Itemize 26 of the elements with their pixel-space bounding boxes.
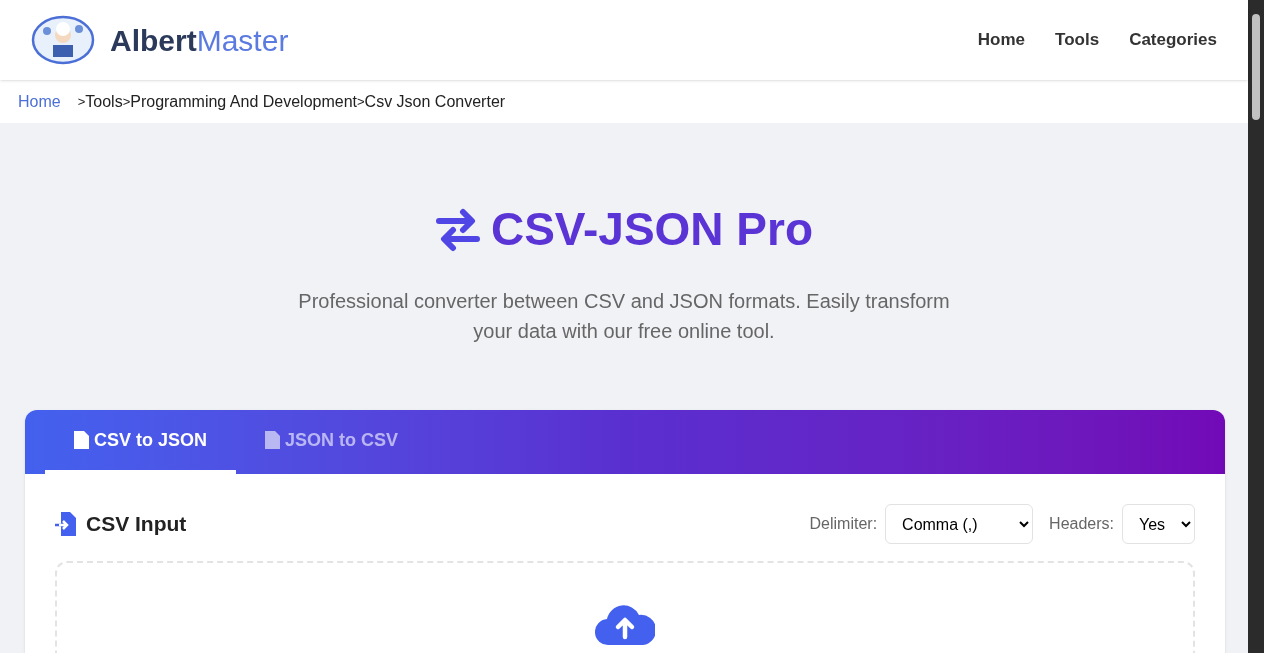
nav-link[interactable]: Categories (1129, 27, 1217, 53)
breadcrumb-separator: > (357, 92, 365, 109)
delimiter-label: Delimiter: (809, 514, 878, 534)
cloud-upload-icon (595, 603, 655, 647)
breadcrumb-item: Tools (85, 91, 123, 112)
breadcrumb-item: Programming And Development (130, 91, 357, 112)
tab[interactable]: CSV to JSON (45, 410, 237, 474)
file-import-icon (55, 512, 77, 536)
breadcrumb-item: Csv Json Converter (364, 91, 506, 112)
page-subtitle: Professional converter between CSV and JSON formats. Easily transform your data with our free online tool. (297, 289, 951, 344)
headers-label: Headers: (1049, 514, 1114, 534)
file-icon (74, 431, 89, 449)
panel-title: CSV Input (86, 511, 187, 538)
breadcrumb-separator: > (122, 92, 131, 109)
brand-name[interactable]: AlbertMaster (110, 17, 289, 63)
breadcrumb-link[interactable]: Home (18, 89, 61, 114)
headers-select[interactable]: Yes (1122, 504, 1195, 544)
breadcrumb-separator: > (77, 92, 86, 111)
delimiter-select[interactable]: Comma (,) (885, 504, 1034, 544)
file-icon (265, 431, 281, 449)
nav-link[interactable]: Home (977, 27, 1026, 53)
nav-link[interactable]: Tools (1055, 27, 1100, 53)
logo-icon (31, 15, 95, 65)
swap-arrows-icon (434, 207, 481, 252)
scrollbar[interactable] (1248, 0, 1264, 653)
page-title: CSV-JSON Pro (490, 202, 814, 257)
